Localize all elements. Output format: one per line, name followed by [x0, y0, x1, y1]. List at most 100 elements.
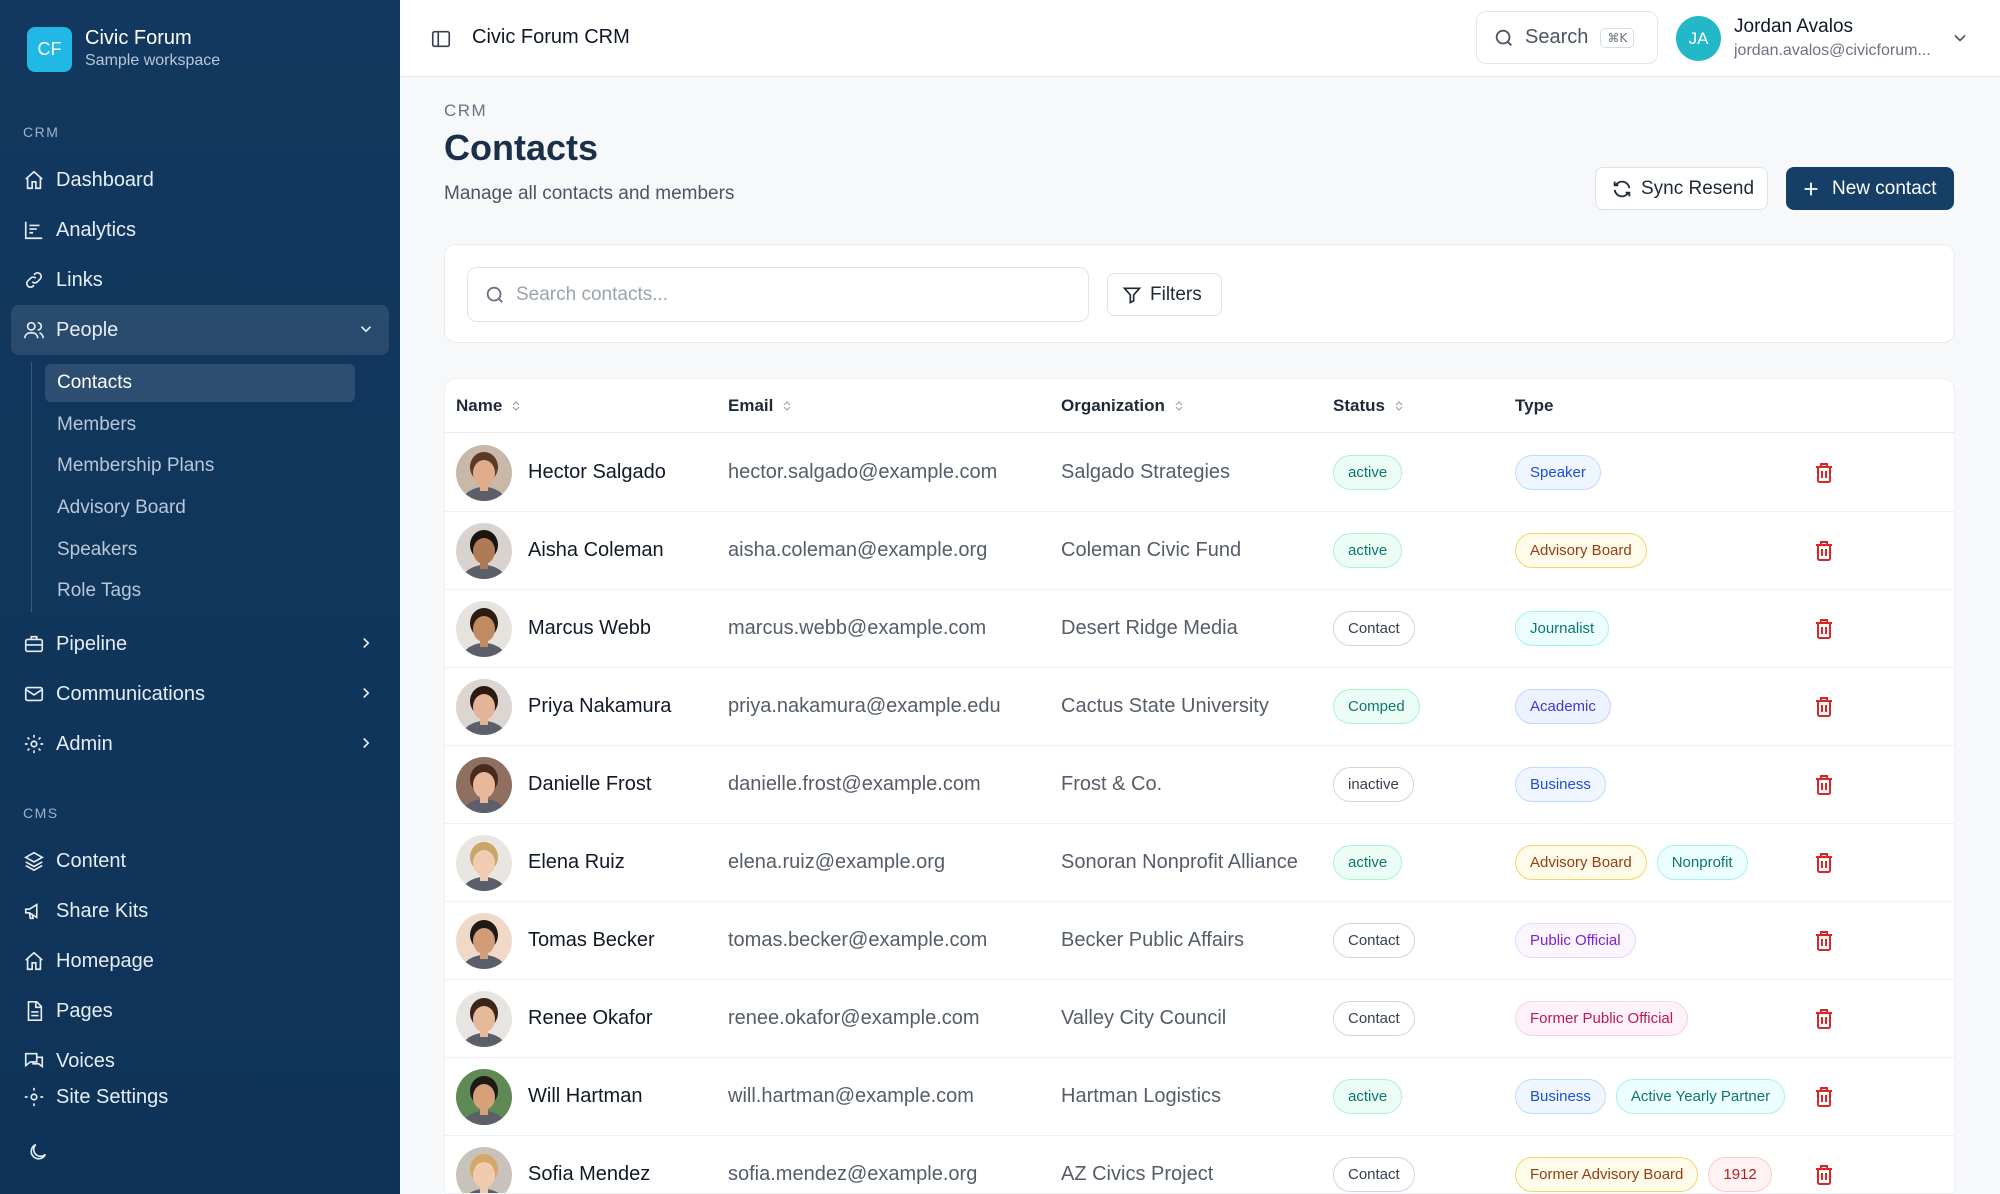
- table-row[interactable]: Danielle Frost danielle.frost@example.com…: [445, 746, 1954, 824]
- column-label: Email: [728, 396, 774, 415]
- briefcase-icon: [23, 633, 45, 655]
- sidebar-item-share-kits[interactable]: Share Kits: [11, 886, 389, 936]
- contact-email: marcus.webb@example.com: [728, 617, 987, 639]
- chat-icon: [23, 1050, 45, 1072]
- trash-icon[interactable]: [1812, 929, 1836, 953]
- type-tag: Advisory Board: [1515, 845, 1647, 880]
- contact-email: priya.nakamura@example.edu: [728, 695, 1001, 717]
- trash-icon[interactable]: [1812, 1007, 1836, 1031]
- mail-icon: [23, 683, 45, 705]
- trash-icon[interactable]: [1812, 617, 1836, 641]
- table-row[interactable]: Renee Okafor renee.okafor@example.com Vall…: [445, 980, 1954, 1058]
- user-avatar[interactable]: JA: [1676, 16, 1721, 61]
- trash-icon[interactable]: [1812, 1163, 1836, 1187]
- trash-icon[interactable]: [1812, 851, 1836, 875]
- contact-email: tomas.becker@example.com: [728, 929, 988, 951]
- sidebar-subitem-members[interactable]: Members: [45, 406, 355, 444]
- type-tag: Business: [1515, 767, 1606, 802]
- layers-icon: [23, 850, 45, 872]
- sidebar-item-links[interactable]: Links: [11, 255, 389, 305]
- contact-search-field[interactable]: [467, 267, 1089, 322]
- trash-icon[interactable]: [1812, 1085, 1836, 1109]
- sync-resend-button[interactable]: Sync Resend: [1595, 167, 1768, 210]
- sidebar-toggle-icon[interactable]: [430, 28, 452, 50]
- contact-organization: AZ Civics Project: [1061, 1163, 1214, 1185]
- sidebar-item-pages[interactable]: Pages: [11, 986, 389, 1036]
- sidebar-item-pipeline[interactable]: Pipeline: [11, 619, 389, 669]
- table-row[interactable]: Will Hartman will.hartman@example.com Hart…: [445, 1058, 1954, 1136]
- breadcrumb[interactable]: CRM: [444, 101, 487, 121]
- trash-icon[interactable]: [1812, 461, 1836, 485]
- contact-name: Hector Salgado: [528, 461, 666, 483]
- column-header-email[interactable]: Email: [728, 396, 792, 416]
- sidebar-item-content[interactable]: Content: [11, 836, 389, 886]
- sidebar-item-communications[interactable]: Communications: [11, 669, 389, 719]
- topbar: Civic Forum CRM Search ⌘K JA Jordan Aval…: [400, 0, 2000, 77]
- type-tags: Academic: [1515, 689, 1621, 724]
- sidebar-item-homepage[interactable]: Homepage: [11, 936, 389, 986]
- type-tag: Speaker: [1515, 455, 1601, 490]
- contact-search-input[interactable]: [516, 283, 1076, 306]
- status-badge: active: [1333, 533, 1403, 568]
- new-contact-button[interactable]: New contact: [1786, 167, 1954, 210]
- type-tags: Public Official: [1515, 923, 1646, 958]
- status-badge: Contact: [1333, 923, 1415, 958]
- contact-organization: Hartman Logistics: [1061, 1085, 1222, 1107]
- sidebar-item-people[interactable]: People: [11, 305, 389, 355]
- sort-icon: [783, 401, 791, 411]
- table-row[interactable]: Marcus Webb marcus.webb@example.com Desert…: [445, 590, 1954, 668]
- search-icon: [484, 284, 506, 306]
- sidebar-item-label: Content: [56, 849, 127, 872]
- table-row[interactable]: Tomas Becker tomas.becker@example.com Beck…: [445, 902, 1954, 980]
- sidebar-subitem-membership-plans[interactable]: Membership Plans: [45, 447, 355, 485]
- type-tag: Advisory Board: [1515, 533, 1647, 568]
- status-badge: Contact: [1333, 1001, 1415, 1036]
- sidebar-item-label: Admin: [56, 732, 113, 755]
- sidebar-item-label: Share Kits: [56, 899, 149, 922]
- sidebar-item-analytics[interactable]: Analytics: [11, 205, 389, 255]
- table-row[interactable]: Aisha Coleman aisha.coleman@example.org Co…: [445, 512, 1954, 590]
- column-header-status[interactable]: Status: [1333, 396, 1404, 416]
- sidebar-item-admin[interactable]: Admin: [11, 719, 389, 769]
- type-tag: Academic: [1515, 689, 1611, 724]
- column-header-name[interactable]: Name: [456, 396, 521, 416]
- sidebar-item-dashboard[interactable]: Dashboard: [11, 155, 389, 205]
- user-email: jordan.avalos@civicforum...: [1734, 42, 1931, 59]
- contact-organization: Salgado Strategies: [1061, 461, 1231, 483]
- type-tag: 1912: [1708, 1157, 1772, 1192]
- sidebar-subitem-advisory-board[interactable]: Advisory Board: [45, 489, 355, 527]
- search-icon: [1493, 27, 1515, 49]
- global-search-button[interactable]: Search ⌘K: [1476, 11, 1658, 64]
- brand-name: Civic Forum: [85, 27, 192, 49]
- contact-avatar: [456, 913, 512, 969]
- contact-avatar: [456, 445, 512, 501]
- column-header-organization[interactable]: Organization: [1061, 396, 1184, 416]
- type-tags: Former Advisory Board 1912: [1515, 1157, 1782, 1192]
- column-label: Status: [1333, 396, 1385, 415]
- table-row[interactable]: Hector Salgado hector.salgado@example.com…: [445, 434, 1954, 512]
- chevron-down-icon: [357, 320, 375, 338]
- table-row[interactable]: Sofia Mendez sofia.mendez@example.org AZ C…: [445, 1136, 1954, 1193]
- sidebar-item-voices[interactable]: Voices: [11, 1036, 389, 1086]
- filters-button[interactable]: Filters: [1107, 273, 1222, 316]
- contact-name: Priya Nakamura: [528, 695, 672, 717]
- table-row[interactable]: Elena Ruiz elena.ruiz@example.org Sonoran …: [445, 824, 1954, 902]
- workspace-switcher[interactable]: CF Civic Forum Sample workspace: [27, 26, 220, 72]
- chevron-down-icon[interactable]: [1950, 28, 1970, 48]
- sidebar-item-site-settings[interactable]: Site Settings: [11, 1086, 389, 1110]
- trash-icon[interactable]: [1812, 695, 1836, 719]
- sidebar-subitem-speakers[interactable]: Speakers: [45, 531, 355, 569]
- contact-organization: Coleman Civic Fund: [1061, 539, 1242, 561]
- type-tag: Nonprofit: [1656, 845, 1748, 880]
- moon-icon[interactable]: [27, 1141, 49, 1163]
- submenu-rail: [31, 362, 32, 612]
- status-badge: active: [1333, 455, 1403, 490]
- trash-icon[interactable]: [1812, 773, 1836, 797]
- chevron-right-icon: [357, 734, 375, 752]
- sidebar-subitem-contacts[interactable]: Contacts: [45, 364, 355, 402]
- table-row[interactable]: Priya Nakamura priya.nakamura@example.edu…: [445, 668, 1954, 746]
- status-badge: Contact: [1333, 1157, 1415, 1192]
- sidebar-subitem-role-tags[interactable]: Role Tags: [45, 572, 355, 610]
- trash-icon[interactable]: [1812, 539, 1836, 563]
- sidebar-item-label: Pipeline: [56, 632, 128, 655]
